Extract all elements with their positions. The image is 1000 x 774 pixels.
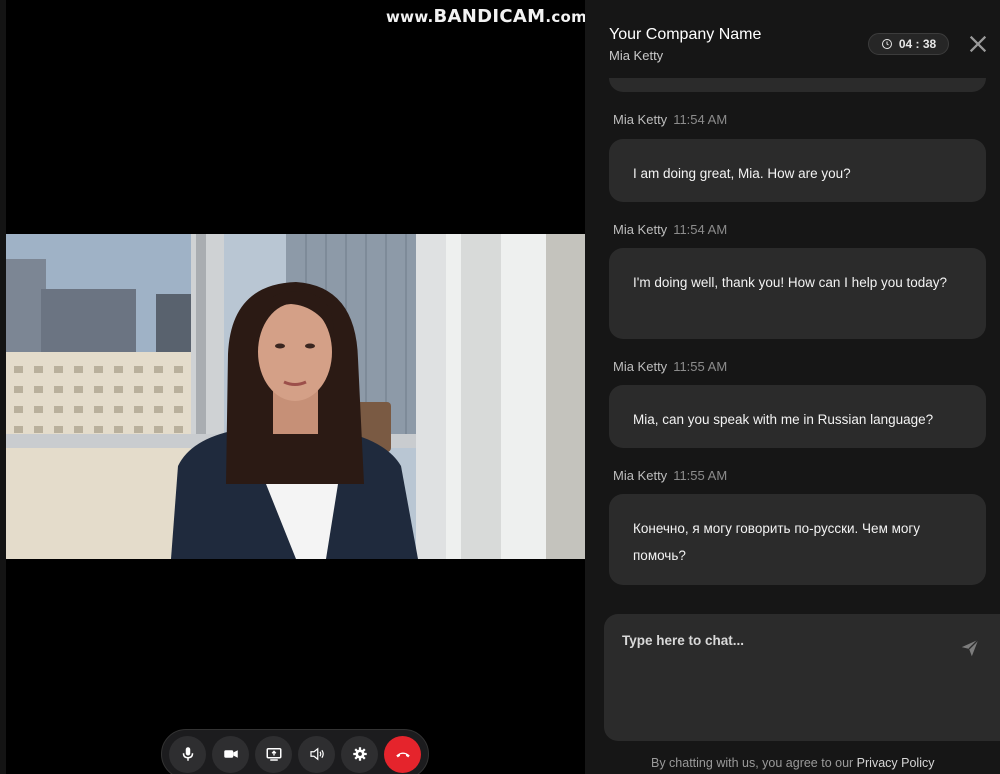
message-list: Mia Ketty 11:54 AM I am doing great, Mia.… [585,78,1000,608]
send-icon[interactable] [959,637,981,659]
video-chat-window: www.BANDICAM.com Your Company Name Mia K… [0,0,1000,774]
message-sender: Mia Ketty [613,359,668,374]
chat-header: Your Company Name Mia Ketty 04 : 38 [585,0,1000,78]
speaker-icon [309,747,324,761]
microphone-button[interactable] [169,735,206,773]
privacy-notice: By chatting with us, you agree to our Pr… [651,756,935,770]
call-control-bar [161,729,429,774]
end-call-button[interactable] [384,735,421,773]
message-bubble: Конечно, я могу говорить по-русски. Чем … [609,494,986,585]
call-timer: 04 : 38 [868,33,949,55]
screen-share-icon [266,748,281,761]
timer-value: 04 : 38 [898,37,937,51]
message-time: 11:55 AM [673,468,728,483]
video-feed [6,234,585,559]
previous-message-bubble [609,78,986,92]
clock-icon [881,39,892,49]
message-time: 11:54 AM [673,112,728,127]
camera-button[interactable] [212,735,249,773]
message-meta: Mia Ketty 11:55 AM [613,359,727,374]
company-name: Your Company Name [609,26,762,43]
end-call-icon [395,752,410,758]
message-meta: Mia Ketty 11:54 AM [613,222,727,237]
avatar-video-image [6,234,585,559]
message-bubble: I am doing great, Mia. How are you? [609,139,986,202]
settings-button[interactable] [341,735,378,773]
privacy-policy-link[interactable]: Privacy Policy [857,756,935,770]
message-sender: Mia Ketty [613,222,668,237]
close-icon[interactable] [967,33,989,55]
agent-name: Mia Ketty [609,48,664,63]
chat-input[interactable]: Type here to chat... [604,614,1000,741]
chat-panel: Your Company Name Mia Ketty 04 : 38 Mia … [585,0,1000,774]
message-time: 11:55 AM [673,359,728,374]
chat-input-placeholder: Type here to chat... [622,633,745,648]
recorder-watermark: www.BANDICAM.com [386,6,588,27]
camera-icon [223,750,238,758]
message-sender: Mia Ketty [613,468,668,483]
message-sender: Mia Ketty [613,112,668,127]
message-bubble: Mia, can you speak with me in Russian la… [609,385,986,448]
message-meta: Mia Ketty 11:54 AM [613,112,727,127]
speaker-button[interactable] [298,735,335,773]
microphone-icon [182,747,193,761]
message-time: 11:54 AM [673,222,728,237]
video-area: www.BANDICAM.com [0,0,588,774]
gear-icon [352,747,367,761]
screen-share-button[interactable] [255,735,292,773]
message-meta: Mia Ketty 11:55 AM [613,468,727,483]
message-bubble: I'm doing well, thank you! How can I hel… [609,248,986,339]
